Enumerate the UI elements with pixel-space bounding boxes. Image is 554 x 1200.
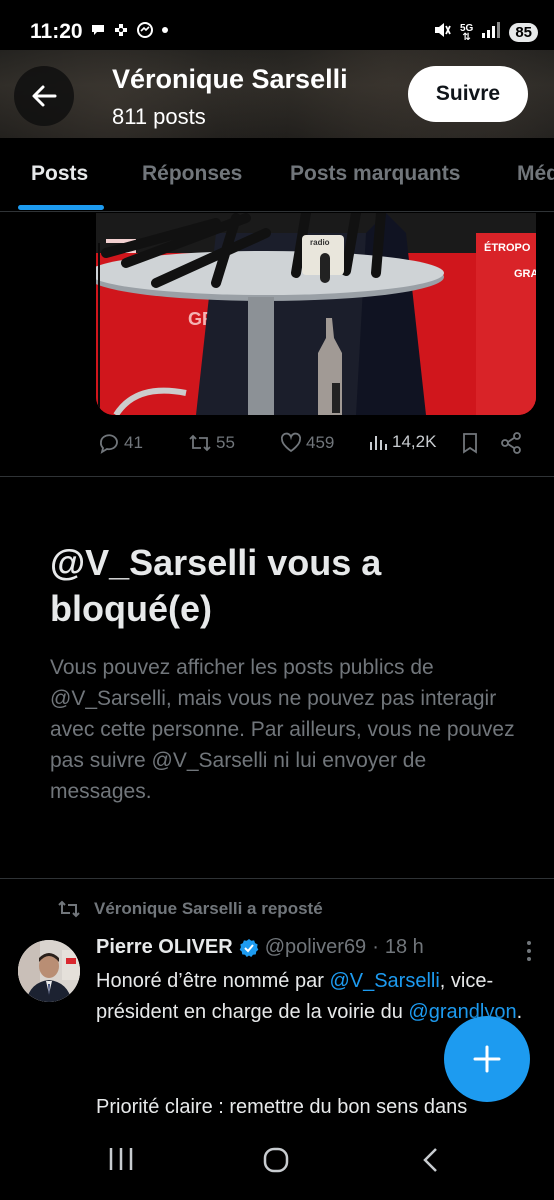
tab-posts[interactable]: Posts <box>31 162 88 186</box>
repost-button[interactable]: 55 <box>188 432 235 454</box>
blocked-description: Vous pouvez afficher les posts publics d… <box>50 656 515 803</box>
divider <box>0 476 554 477</box>
signal-icon <box>481 21 501 44</box>
mute-icon <box>432 20 452 45</box>
mention-link[interactable]: @V_Sarselli <box>329 970 439 992</box>
home-button[interactable] <box>262 1146 290 1179</box>
recent-apps-icon <box>109 1148 133 1170</box>
bookmark-button[interactable] <box>460 432 480 454</box>
compose-button[interactable] <box>444 1016 530 1102</box>
reply-icon <box>100 434 118 454</box>
back-button[interactable] <box>14 66 74 126</box>
posts-count: 811 posts <box>112 104 206 129</box>
status-bar: 11:20 5G ⇅ 85 <box>0 0 554 56</box>
repost-indicator: Véronique Sarselli a reposté <box>56 898 323 920</box>
share-button[interactable] <box>500 432 522 454</box>
tab-highlights[interactable]: Posts marquants <box>290 162 460 186</box>
divider <box>0 878 554 879</box>
more-vertical-icon <box>527 941 531 961</box>
repost-icon <box>189 434 211 452</box>
home-icon <box>263 1147 289 1173</box>
tab-media[interactable]: Méd <box>517 162 554 186</box>
reply-count: 41 <box>124 433 143 452</box>
like-count: 459 <box>306 433 335 452</box>
back-nav-button[interactable] <box>420 1146 440 1179</box>
views-button[interactable]: 14,2K <box>368 432 436 452</box>
network-label: 5G <box>459 22 474 34</box>
follow-button[interactable]: Suivre <box>408 66 528 122</box>
repost-label: Véronique Sarselli a reposté <box>94 899 323 918</box>
views-count: 14,2K <box>392 432 437 451</box>
profile-header: Véronique Sarselli 811 posts Suivre <box>0 50 554 138</box>
repost-count: 55 <box>216 433 235 452</box>
author-avatar[interactable] <box>18 940 80 1002</box>
author-line: Pierre OLIVER @poliver69 · 18 h <box>96 936 424 959</box>
back-chevron-icon <box>423 1148 437 1172</box>
share-icon <box>501 432 521 454</box>
views-icon <box>370 436 387 450</box>
status-time: 11:20 <box>30 20 83 43</box>
repost-icon <box>58 900 80 918</box>
profile-name: Véronique Sarselli <box>112 64 348 94</box>
avatar-image <box>18 940 80 1002</box>
post-time[interactable]: 18 h <box>385 936 424 959</box>
verified-badge-icon <box>239 938 259 957</box>
post-actions: 41 55 459 14,2K <box>96 428 536 460</box>
like-button[interactable]: 459 <box>280 432 334 454</box>
battery-indicator: 85 <box>509 23 538 42</box>
separator-dot: · <box>372 936 379 958</box>
mic-label: radio <box>310 238 330 247</box>
profile-tabs: Posts Réponses Posts marquants Méd <box>0 138 554 212</box>
recent-apps-button[interactable] <box>106 1146 136 1177</box>
puzzle-icon <box>112 21 130 39</box>
notification-icons <box>90 21 170 39</box>
sign-text-2: GRA <box>514 268 536 280</box>
system-icons: 5G ⇅ 85 <box>432 20 538 45</box>
heart-icon <box>280 432 302 453</box>
post-media-image[interactable]: ÉTROPO GRA GRA radio <box>96 213 536 415</box>
reply-button[interactable]: 41 <box>98 432 143 454</box>
messenger-icon <box>136 21 154 39</box>
plus-icon <box>473 1045 501 1073</box>
press-conference-image: ÉTROPO GRA GRA radio <box>96 213 536 415</box>
tab-replies[interactable]: Réponses <box>142 162 242 186</box>
blocked-title: @V_Sarselli vous a bloqué(e) <box>50 542 382 629</box>
author-name[interactable]: Pierre OLIVER <box>96 936 233 959</box>
tweet-text-part: Honoré d’être nommé par <box>96 970 330 992</box>
back-arrow-icon <box>32 85 57 107</box>
author-handle[interactable]: @poliver69 <box>265 936 366 959</box>
more-options-button[interactable] <box>526 940 532 967</box>
dot-icon <box>160 25 170 35</box>
active-tab-indicator <box>18 205 104 210</box>
sign-text-1: ÉTROPO <box>484 241 531 254</box>
tweet-text-part: . <box>516 1001 523 1023</box>
bookmark-icon <box>463 433 477 454</box>
chat-bubble-icon <box>90 22 106 38</box>
network-icon: 5G ⇅ <box>459 22 474 43</box>
system-nav-bar <box>0 1122 554 1200</box>
